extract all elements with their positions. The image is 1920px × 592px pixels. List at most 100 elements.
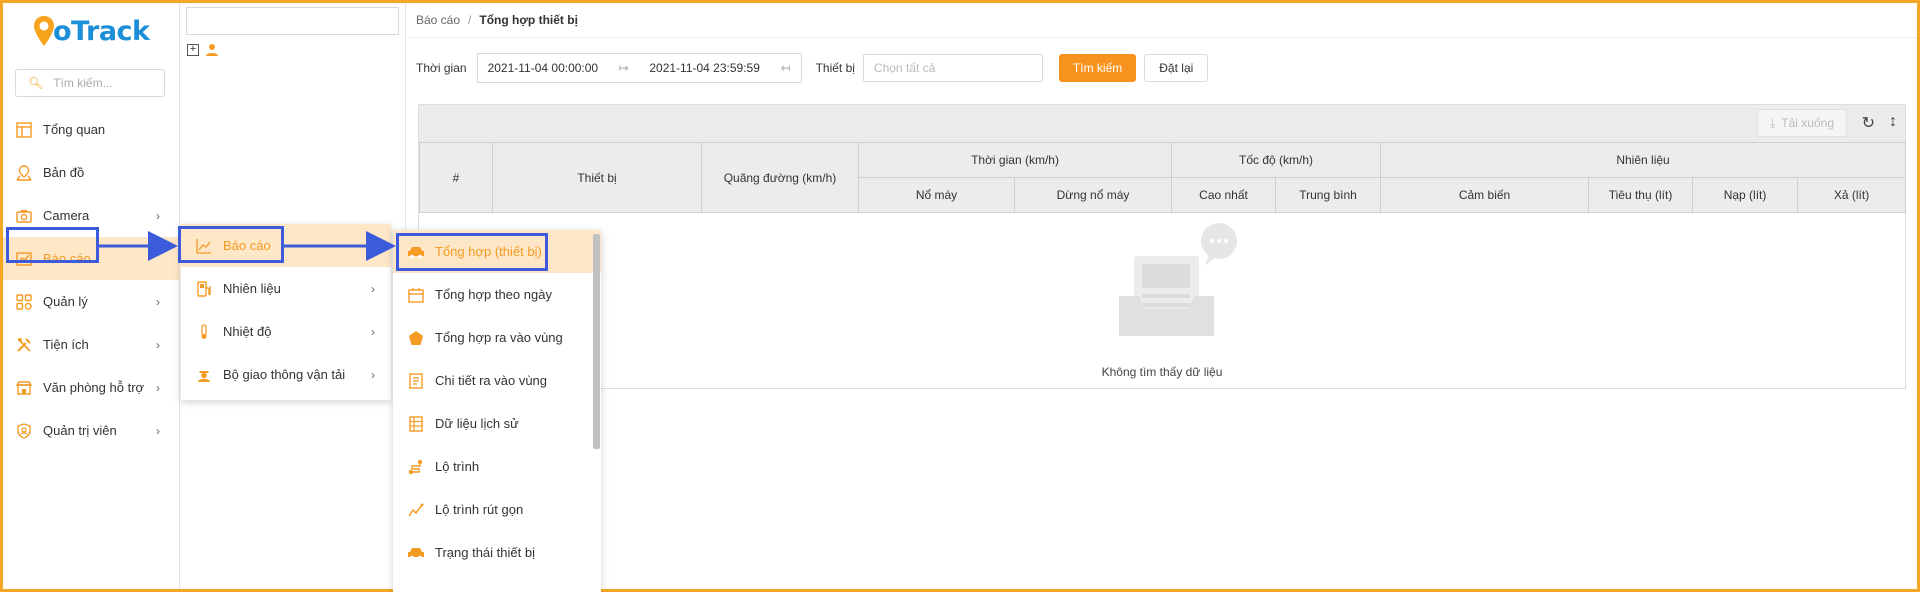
col-group-time: Thời gian (km/h)	[857, 142, 1173, 178]
tree-search-input[interactable]	[186, 7, 399, 35]
empty-text: Không tìm thấy dữ liệu	[1101, 365, 1223, 379]
empty-inbox-icon	[1119, 223, 1237, 336]
sidebar-search-input[interactable]: 🔍︎ Tìm kiếm...	[15, 69, 165, 97]
search-placeholder: Tìm kiếm...	[53, 76, 113, 90]
search-button[interactable]: Tìm kiếm	[1058, 54, 1137, 82]
user-icon	[206, 44, 218, 56]
fuel-pump-icon	[195, 280, 213, 298]
divider	[406, 37, 1917, 38]
sidebar-item-label: Camera	[43, 208, 90, 223]
report-item-label: Tổng hợp theo ngày	[435, 287, 552, 302]
report-item-history-data[interactable]: Dữ liệu lịch sử	[393, 402, 601, 445]
map-icon	[15, 164, 33, 182]
report-table: ⤓ Tải xuống ↻ ↕ # Thiết bị Quãng đường (…	[418, 104, 1907, 389]
submenu-item-label: Bộ giao thông vận tải	[223, 367, 346, 382]
report-item-label: Trạng thái thiết bị	[435, 545, 535, 560]
chevron-right-icon: ›	[156, 337, 160, 352]
date-range-picker[interactable]: 2021-11-04 00:00:00 ↦ 2021-11-04 23:59:5…	[476, 53, 802, 83]
date-from[interactable]: 2021-11-04 00:00:00	[488, 61, 599, 75]
report-item-label: Lộ trình rút gọn	[435, 502, 524, 517]
manage-icon	[15, 293, 33, 311]
pentagon-icon	[407, 329, 425, 347]
sidebar-item-overview[interactable]: Tổng quan	[3, 108, 180, 151]
report-item-label: Lộ trình	[435, 459, 480, 474]
breadcrumb-current: Tổng hợp thiết bị	[479, 13, 578, 27]
col-device: Thiết bị	[492, 142, 702, 213]
sidebar-item-manage[interactable]: Quản lý ›	[3, 280, 180, 323]
breadcrumb-separator: /	[468, 13, 472, 27]
submenu-item-fuel[interactable]: Nhiên liệu ›	[181, 267, 391, 310]
location-pin-icon	[34, 16, 54, 46]
report-item-zone-summary[interactable]: Tổng hợp ra vào vùng	[393, 316, 601, 359]
car-icon	[407, 544, 425, 562]
chevron-right-icon: ›	[156, 380, 160, 395]
list-icon	[407, 415, 425, 433]
sidebar-item-label: Tiện ích	[43, 337, 89, 352]
chevron-right-icon: ›	[371, 281, 375, 296]
sidebar-item-label: Quản trị viên	[43, 423, 117, 438]
column-height-icon[interactable]: ↕	[1889, 113, 1897, 131]
submenu-item-label: Nhiên liệu	[223, 281, 281, 296]
overview-icon	[15, 121, 33, 139]
download-label: Tải xuống	[1781, 116, 1834, 130]
report-item-device-status[interactable]: Trạng thái thiết bị	[393, 531, 601, 574]
menu-scrollbar[interactable]	[593, 234, 600, 449]
chevron-right-icon: ›	[156, 294, 160, 309]
sidebar-item-label: Bản đồ	[43, 165, 85, 180]
device-placeholder: Chọn tất cả	[873, 61, 936, 75]
col-sensor: Cảm biến	[1380, 177, 1590, 213]
document-icon	[407, 372, 425, 390]
app-logo[interactable]: oTrack	[33, 11, 150, 51]
submenu-item-temperature[interactable]: Nhiệt độ ›	[181, 310, 391, 353]
chevron-right-icon: ›	[156, 423, 160, 438]
sidebar-item-map[interactable]: Bản đồ	[3, 151, 180, 194]
col-drain: Xả (lít)	[1797, 177, 1907, 213]
report-item-short-route[interactable]: Lộ trình rút gọn	[393, 488, 601, 531]
report-item-label: Tổng hợp ra vào vùng	[435, 330, 563, 345]
sidebar-item-admin[interactable]: Quản trị viên ›	[3, 409, 180, 452]
arrow-right-icon: ↦	[618, 61, 629, 75]
thermometer-icon	[195, 323, 213, 341]
filter-bar: Thời gian 2021-11-04 00:00:00 ↦ 2021-11-…	[416, 53, 1209, 83]
report-item-label: Chi tiết ra vào vùng	[435, 373, 548, 388]
date-to[interactable]: 2021-11-04 23:59:59	[649, 61, 760, 75]
breadcrumb: Báo cáo / Tổng hợp thiết bị	[416, 13, 578, 27]
main-content: Báo cáo / Tổng hợp thiết bị Thời gian 2021…	[406, 3, 1917, 589]
shield-icon	[15, 422, 33, 440]
report-item-zone-detail[interactable]: Chi tiết ra vào vùng	[393, 359, 601, 402]
arrow-left-icon: ↤	[780, 61, 791, 75]
col-group-speed: Tốc độ (km/h)	[1171, 142, 1382, 178]
breadcrumb-parent[interactable]: Báo cáo	[416, 13, 460, 27]
highlight-box-device-summary	[396, 233, 548, 271]
chevron-right-icon: ›	[371, 367, 375, 382]
camera-icon	[15, 207, 33, 225]
expand-icon[interactable]: +	[187, 44, 199, 56]
col-consume: Tiêu thụ (lít)	[1588, 177, 1694, 213]
col-refill: Nạp (lít)	[1692, 177, 1799, 213]
report-item-daily-summary[interactable]: Tổng hợp theo ngày	[393, 273, 601, 316]
trend-line-icon	[407, 501, 425, 519]
tree-root-row[interactable]: +	[187, 43, 219, 57]
col-group-fuel: Nhiên liệu	[1380, 142, 1907, 178]
empty-state: Không tìm thấy dữ liệu	[419, 213, 1905, 389]
refresh-icon[interactable]: ↻	[1862, 113, 1875, 133]
report-item-route[interactable]: Lộ trình	[393, 445, 601, 488]
submenu-item-transport-ministry[interactable]: Bộ giao thông vận tải ›	[181, 353, 391, 396]
device-select[interactable]: Chọn tất cả	[862, 54, 1043, 82]
chevron-right-icon: ›	[371, 238, 375, 253]
download-button[interactable]: ⤓ Tải xuống	[1756, 109, 1847, 137]
sidebar-item-tools[interactable]: Tiện ích ›	[3, 323, 180, 366]
chevron-right-icon: ›	[371, 324, 375, 339]
logo-text: oTrack	[53, 15, 150, 47]
submenu-item-label: Nhiệt độ	[223, 324, 272, 339]
route-icon	[407, 458, 425, 476]
reset-button[interactable]: Đặt lại	[1144, 54, 1209, 82]
office-icon	[15, 379, 33, 397]
sidebar-item-office[interactable]: Văn phòng hỗ trợ ›	[3, 366, 180, 409]
highlight-box-report	[6, 227, 99, 263]
col-max-speed: Cao nhất	[1171, 177, 1277, 213]
device-label: Thiết bị	[815, 61, 855, 75]
col-engine-on: Nổ máy	[858, 177, 1015, 213]
report-types-menu: Tổng hợp (thiết bị) Tổng hợp theo ngày T…	[393, 230, 601, 592]
calendar-icon	[407, 286, 425, 304]
